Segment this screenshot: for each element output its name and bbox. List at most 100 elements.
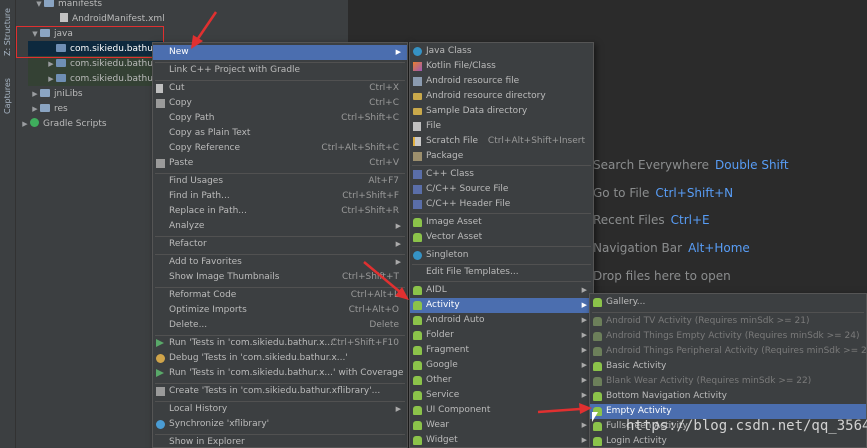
tree-item-package-1[interactable]: com.sikiedu.bathur	[46, 42, 157, 57]
chevron-right-icon[interactable]: ▶	[30, 87, 40, 102]
new-ui-component[interactable]: UI Component ▶	[410, 403, 593, 418]
xml-file-icon	[60, 13, 68, 22]
submenu-arrow-icon: ▶	[581, 406, 587, 414]
menu-item-copy-plain[interactable]: Copy as Plain Text	[153, 126, 407, 141]
menu-item-find-in-path[interactable]: Find in Path... Ctrl+Shift+F	[153, 189, 407, 204]
activity-basic[interactable]: Basic Activity	[590, 359, 866, 374]
tip-go-to-file: Go to File Ctrl+Shift+N	[593, 186, 734, 200]
new-edit-templates[interactable]: Edit File Templates...	[410, 265, 593, 280]
menu-item-replace-in-path[interactable]: Replace in Path... Ctrl+Shift+R	[153, 204, 407, 219]
menu-item-copy-reference[interactable]: Copy Reference Ctrl+Alt+Shift+C	[153, 141, 407, 156]
menu-item-optimize-imports[interactable]: Optimize Imports Ctrl+Alt+O	[153, 303, 407, 318]
new-android-auto[interactable]: Android Auto ▶	[410, 313, 593, 328]
new-kotlin-file[interactable]: Kotlin File/Class	[410, 59, 593, 74]
menu-item-analyze[interactable]: Analyze ▶	[153, 219, 407, 234]
cpp-header-icon	[413, 200, 422, 209]
new-activity[interactable]: Activity ▶	[410, 298, 593, 313]
menu-item-find-usages[interactable]: Find Usages Alt+F7	[153, 174, 407, 189]
menu-item-synchronize[interactable]: Synchronize 'xflibrary'	[153, 417, 407, 432]
menu-item-paste[interactable]: Paste Ctrl+V	[153, 156, 407, 171]
tree-item-java[interactable]: ▼ java	[30, 27, 73, 42]
new-package[interactable]: Package	[410, 149, 593, 164]
new-other[interactable]: Other ▶	[410, 373, 593, 388]
menu-item-show-in-explorer[interactable]: Show in Explorer	[153, 435, 407, 448]
submenu-arrow-icon: ▶	[581, 376, 587, 384]
captures-tab[interactable]: Captures	[1, 72, 15, 120]
menu-item-link-cpp[interactable]: Link C++ Project with Gradle	[153, 63, 407, 78]
new-cpp-source[interactable]: C/C++ Source File	[410, 182, 593, 197]
menu-item-run-coverage[interactable]: Run 'Tests in 'com.sikiedu.bathur.x...' …	[153, 366, 407, 381]
new-cpp-class[interactable]: C++ Class	[410, 167, 593, 182]
android-icon	[413, 331, 422, 340]
tree-item-package-2[interactable]: ▶ com.sikiedu.bathur	[46, 57, 157, 72]
activity-login[interactable]: Login Activity	[590, 434, 866, 448]
new-image-asset[interactable]: Image Asset	[410, 215, 593, 230]
activity-empty[interactable]: Empty Activity	[590, 404, 866, 419]
new-singleton[interactable]: Singleton	[410, 248, 593, 263]
new-sample-data-dir[interactable]: Sample Data directory	[410, 104, 593, 119]
file-icon	[413, 122, 421, 131]
menu-item-add-favorites[interactable]: Add to Favorites ▶	[153, 255, 407, 270]
android-icon	[413, 346, 422, 355]
tree-item-package-3[interactable]: ▶ com.sikiedu.bathur	[46, 72, 157, 87]
chevron-right-icon[interactable]: ▶	[20, 117, 30, 132]
menu-item-delete[interactable]: Delete... Delete	[153, 318, 407, 333]
new-fragment[interactable]: Fragment ▶	[410, 343, 593, 358]
tree-item-android-manifest[interactable]: AndroidManifest.xml	[60, 12, 165, 27]
new-widget[interactable]: Widget ▶	[410, 433, 593, 448]
new-cpp-header[interactable]: C/C++ Header File	[410, 197, 593, 212]
activity-bottom-nav[interactable]: Bottom Navigation Activity	[590, 389, 866, 404]
activity-gallery[interactable]: Gallery...	[590, 295, 866, 310]
new-vector-asset[interactable]: Vector Asset	[410, 230, 593, 245]
menu-item-copy[interactable]: Copy Ctrl+C	[153, 96, 407, 111]
android-icon	[413, 218, 422, 227]
menu-item-run-tests[interactable]: Run 'Tests in 'com.sikiedu.bathur.x...' C…	[153, 336, 407, 351]
package-icon	[56, 44, 66, 52]
new-scratch-file[interactable]: Scratch File Ctrl+Alt+Shift+Insert	[410, 134, 593, 149]
new-android-res-file[interactable]: Android resource file	[410, 74, 593, 89]
chevron-down-icon[interactable]: ▼	[34, 0, 44, 12]
chevron-right-icon[interactable]: ▶	[46, 57, 56, 72]
menu-item-create-tests[interactable]: Create 'Tests in 'com.sikiedu.bathur.xfl…	[153, 384, 407, 399]
new-java-class[interactable]: Java Class	[410, 44, 593, 59]
menu-item-show-thumbnails[interactable]: Show Image Thumbnails Ctrl+Shift+T	[153, 270, 407, 285]
chevron-right-icon[interactable]: ▶	[46, 72, 56, 87]
structure-tab[interactable]: Z: Structure	[1, 6, 15, 58]
scratch-file-icon	[413, 137, 421, 146]
menu-item-reformat[interactable]: Reformat Code Ctrl+Alt+L	[153, 288, 407, 303]
activity-things-empty[interactable]: Android Things Empty Activity (Requires …	[590, 329, 866, 344]
android-icon	[413, 391, 422, 400]
tree-item-res[interactable]: ▶ res	[30, 102, 68, 117]
tree-item-manifests[interactable]: ▼ manifests	[34, 0, 102, 12]
tip-recent-files: Recent Files Ctrl+E	[593, 213, 710, 227]
sync-icon	[156, 420, 165, 429]
menu-item-cut[interactable]: Cut Ctrl+X	[153, 81, 407, 96]
tree-item-jnilibs[interactable]: ▶ jniLibs	[30, 87, 83, 102]
submenu-arrow-icon: ▶	[395, 222, 401, 230]
menu-item-refactor[interactable]: Refactor ▶	[153, 237, 407, 252]
paste-icon	[156, 159, 165, 168]
tip-drop-files: Drop files here to open	[593, 269, 731, 283]
new-google[interactable]: Google ▶	[410, 358, 593, 373]
new-wear[interactable]: Wear ▶	[410, 418, 593, 433]
android-icon	[593, 422, 602, 431]
chevron-down-icon[interactable]: ▼	[30, 27, 40, 42]
new-service[interactable]: Service ▶	[410, 388, 593, 403]
new-file[interactable]: File	[410, 119, 593, 134]
menu-item-copy-path[interactable]: Copy Path Ctrl+Shift+C	[153, 111, 407, 126]
menu-item-local-history[interactable]: Local History ▶	[153, 402, 407, 417]
tree-item-gradle-scripts[interactable]: ▶ Gradle Scripts	[20, 117, 107, 132]
menu-item-new[interactable]: New ▶	[153, 45, 407, 60]
folder-icon	[413, 93, 422, 100]
new-folder[interactable]: Folder ▶	[410, 328, 593, 343]
submenu-arrow-icon: ▶	[581, 436, 587, 444]
chevron-right-icon[interactable]: ▶	[30, 102, 40, 117]
activity-things-peripheral[interactable]: Android Things Peripheral Activity (Requ…	[590, 344, 867, 359]
activity-tv[interactable]: Android TV Activity (Requires minSdk >= …	[590, 314, 866, 329]
folder-icon	[44, 0, 54, 7]
menu-item-debug-tests[interactable]: Debug 'Tests in 'com.sikiedu.bathur.x...…	[153, 351, 407, 366]
new-android-res-dir[interactable]: Android resource directory	[410, 89, 593, 104]
activity-blank-wear[interactable]: Blank Wear Activity (Requires minSdk >= …	[590, 374, 866, 389]
new-aidl[interactable]: AIDL ▶	[410, 283, 593, 298]
submenu-arrow-icon: ▶	[395, 48, 401, 56]
